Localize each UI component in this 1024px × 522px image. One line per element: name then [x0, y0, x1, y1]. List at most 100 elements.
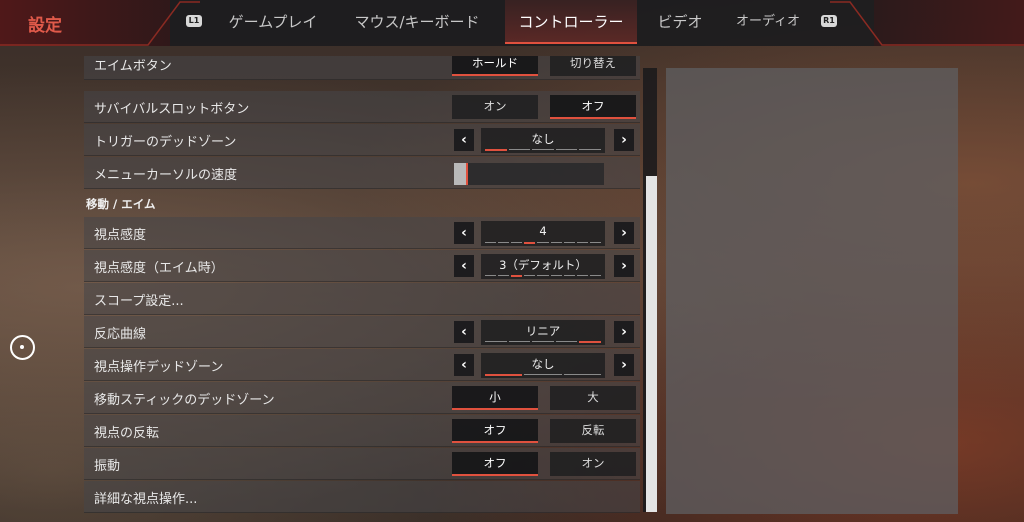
response-curve-selector[interactable]: リニア — [481, 320, 605, 345]
right-header-block — [874, 0, 1024, 46]
level-tick — [485, 149, 507, 151]
setting-row-look-sensitivity-ads[interactable]: 視点感度（エイム時） ‹ 3（デフォルト） › — [84, 250, 640, 282]
level-tick — [485, 341, 507, 342]
setting-label: 視点操作デッドゾーン — [94, 360, 224, 375]
level-tick — [550, 275, 562, 276]
level-tick — [555, 341, 578, 342]
selector-value: 4 — [539, 224, 547, 238]
aim-hold-button[interactable]: ホールド — [452, 56, 538, 76]
controller-cursor-icon — [10, 335, 35, 360]
setting-row-look-deadzone[interactable]: 視点操作デッドゾーン ‹ なし › — [84, 349, 640, 381]
level-tick — [555, 149, 578, 150]
setting-row-trigger-deadzone[interactable]: トリガーのデッドゾーン ‹ なし › — [84, 124, 640, 156]
slider-handle[interactable] — [454, 163, 468, 185]
left-arrow-icon[interactable]: ‹ — [454, 129, 474, 151]
left-arrow-icon[interactable]: ‹ — [454, 354, 474, 376]
setting-row-menu-cursor-speed[interactable]: メニューカーソルの速度 — [84, 157, 640, 189]
vibration-off-button[interactable]: オフ — [452, 452, 538, 476]
level-tick — [508, 341, 531, 342]
level-indicator — [485, 341, 601, 343]
section-header-move-aim: 移動 / エイム — [86, 197, 156, 211]
setting-row-response-curve[interactable]: 反応曲線 ‹ リニア › — [84, 316, 640, 348]
setting-label: 反応曲線 — [94, 327, 147, 342]
level-indicator — [485, 275, 601, 277]
level-tick — [511, 242, 523, 243]
setting-row-invert-look[interactable]: 視点の反転 オフ 反転 — [84, 415, 640, 447]
level-tick — [563, 242, 575, 243]
tab-gameplay[interactable]: ゲームプレイ — [218, 0, 328, 44]
setting-label: スコープ設定... — [94, 294, 184, 309]
setting-label: トリガーのデッドゾーン — [94, 135, 237, 150]
controller-settings-list: エイムボタン ホールド 切り替え サバイバルスロットボタン オン オフ トリガー… — [84, 56, 640, 518]
look-sensitivity-ads-selector[interactable]: 3（デフォルト） — [481, 254, 605, 279]
page-title: 設定 — [28, 16, 62, 36]
tab-video[interactable]: ビデオ — [648, 0, 712, 44]
survival-off-button[interactable]: オフ — [550, 95, 636, 119]
level-tick — [589, 275, 601, 276]
left-arrow-icon[interactable]: ‹ — [454, 255, 474, 277]
selector-value: 3（デフォルト） — [499, 258, 587, 272]
level-tick — [524, 374, 562, 375]
setting-label: 視点感度 — [94, 228, 147, 243]
setting-label: メニューカーソルの速度 — [94, 168, 238, 183]
left-arrow-icon[interactable]: ‹ — [454, 222, 474, 244]
level-indicator — [485, 374, 601, 376]
selector-value: なし — [531, 132, 555, 146]
level-tick — [576, 242, 588, 243]
aim-toggle-button[interactable]: 切り替え — [550, 56, 636, 76]
r1-bumper-icon[interactable]: R1 — [821, 15, 837, 27]
setting-row-look-sensitivity[interactable]: 視点感度 ‹ 4 › — [84, 217, 640, 249]
move-deadzone-large-button[interactable]: 大 — [550, 386, 636, 410]
right-arrow-icon[interactable]: › — [614, 354, 634, 376]
level-tick — [563, 374, 601, 375]
setting-label: 詳細な視点操作... — [94, 492, 198, 507]
tab-controller[interactable]: コントローラー — [505, 0, 637, 44]
setting-row-scope-settings[interactable]: スコープ設定... — [84, 283, 640, 315]
right-arrow-icon[interactable]: › — [614, 129, 634, 151]
scrollbar-thumb[interactable] — [646, 176, 657, 512]
invert-on-button[interactable]: 反転 — [550, 419, 636, 443]
level-tick — [537, 242, 549, 243]
setting-label: サバイバルスロットボタン — [94, 102, 250, 117]
move-deadzone-small-button[interactable]: 小 — [452, 386, 538, 410]
look-sensitivity-selector[interactable]: 4 — [481, 221, 605, 246]
right-arrow-icon[interactable]: › — [614, 321, 634, 343]
level-tick — [576, 275, 588, 276]
l1-bumper-icon[interactable]: L1 — [186, 15, 202, 27]
survival-on-button[interactable]: オン — [452, 95, 538, 119]
level-tick — [485, 374, 523, 376]
menu-cursor-speed-slider[interactable] — [454, 163, 604, 185]
tab-mouse-keyboard[interactable]: マウス/キーボード — [342, 0, 492, 44]
vibration-on-button[interactable]: オン — [550, 452, 636, 476]
selector-value: リニア — [525, 324, 561, 338]
level-tick — [579, 341, 601, 343]
setting-description-panel — [666, 68, 958, 514]
level-tick — [524, 242, 536, 244]
setting-row-aim-button[interactable]: エイムボタン ホールド 切り替え — [84, 56, 640, 80]
left-arrow-icon[interactable]: ‹ — [454, 321, 474, 343]
setting-label: 振動 — [94, 459, 121, 474]
look-deadzone-selector[interactable]: なし — [481, 353, 605, 378]
level-tick — [550, 242, 562, 243]
setting-row-move-stick-deadzone[interactable]: 移動スティックのデッドゾーン 小 大 — [84, 382, 640, 414]
setting-row-vibration[interactable]: 振動 オフ オン — [84, 448, 640, 480]
setting-row-survival-slot[interactable]: サバイバルスロットボタン オン オフ — [84, 91, 640, 123]
setting-label: 移動スティックのデッドゾーン — [94, 393, 275, 408]
trigger-deadzone-selector[interactable]: なし — [481, 128, 605, 153]
level-tick — [485, 242, 497, 243]
level-tick — [498, 242, 510, 243]
tab-audio[interactable]: オーディオ — [730, 0, 806, 44]
setting-row-advanced-look[interactable]: 詳細な視点操作... — [84, 481, 640, 513]
level-indicator — [485, 242, 601, 244]
selector-value: なし — [531, 357, 555, 371]
invert-off-button[interactable]: オフ — [452, 419, 538, 443]
level-tick — [563, 275, 575, 276]
title-block — [0, 0, 170, 46]
level-tick — [579, 149, 601, 150]
level-tick — [589, 242, 601, 243]
level-tick — [508, 149, 531, 150]
level-tick — [524, 275, 536, 276]
right-arrow-icon[interactable]: › — [614, 255, 634, 277]
right-arrow-icon[interactable]: › — [614, 222, 634, 244]
setting-label: 視点感度（エイム時） — [94, 261, 224, 276]
